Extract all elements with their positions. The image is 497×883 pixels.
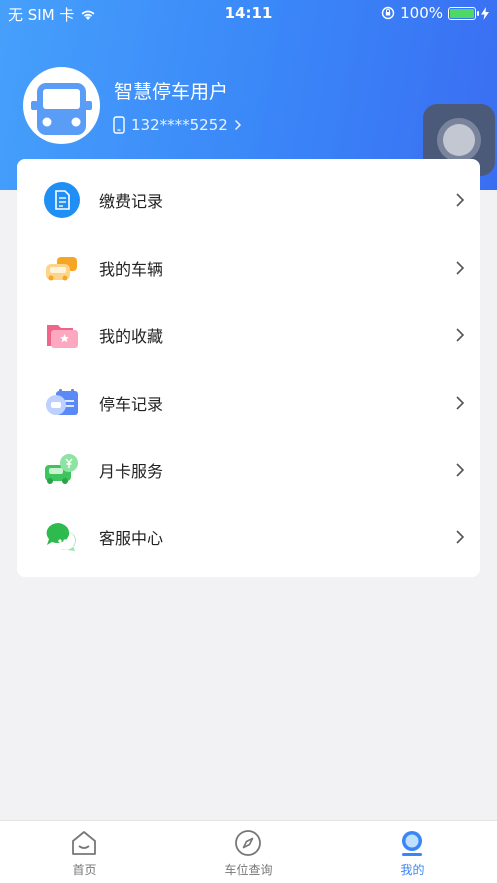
phone-number: 132****5252 (131, 116, 228, 134)
tab-home[interactable]: 首页 (2, 821, 167, 883)
menu-item-monthly-card[interactable]: 月卡服务 (17, 436, 480, 503)
menu-item-label: 缴费记录 (99, 191, 164, 211)
status-bar: 无 SIM 卡 14:11 100% (0, 0, 497, 26)
chevron-right-icon (456, 327, 465, 342)
tab-parking-search[interactable]: 车位查询 (166, 821, 331, 883)
compass-icon (235, 830, 261, 856)
menu-item-label: 我的收藏 (99, 326, 164, 346)
menu-item-label: 我的车辆 (99, 259, 164, 279)
menu-item-payment-record[interactable]: 缴费记录 (17, 166, 480, 233)
chevron-right-icon (456, 529, 465, 544)
menu-item-customer-service[interactable]: 客服中心 (17, 503, 480, 570)
my-vehicles-icon (46, 256, 77, 280)
mobile-phone-icon (113, 116, 125, 134)
home-icon (72, 831, 96, 855)
phone-row[interactable]: 132****5252 (113, 116, 242, 134)
menu-item-my-vehicles[interactable]: 我的车辆 (17, 234, 480, 301)
menu-item-label: 客服中心 (99, 528, 164, 548)
bottom-tab-bar: 首页 车位查询 我的 (0, 820, 497, 883)
menu-item-label: 月卡服务 (99, 461, 164, 481)
tab-label: 车位查询 (224, 863, 273, 877)
avatar[interactable] (23, 67, 100, 144)
chevron-right-icon (456, 462, 465, 477)
status-right: 100% (381, 4, 489, 22)
orientation-lock-icon (381, 6, 395, 20)
menu-card: 缴费记录 我的车辆 我的收藏 停车记录 月卡服务 客服中心 (17, 159, 480, 577)
favorites-folder-icon (47, 324, 78, 348)
payment-record-icon (44, 181, 80, 218)
menu-item-label: 停车记录 (99, 394, 164, 414)
profile-icon (402, 831, 422, 856)
parking-record-icon (46, 388, 78, 415)
battery-percent: 100% (400, 4, 443, 22)
username: 智慧停车用户 (114, 81, 229, 103)
menu-item-parking-record[interactable]: 停车记录 (17, 369, 480, 436)
chevron-right-icon (234, 119, 241, 131)
charging-bolt-icon (481, 6, 489, 20)
tab-mine[interactable]: 我的 (330, 821, 495, 883)
battery-icon (448, 6, 479, 20)
menu-item-favorites[interactable]: 我的收藏 (17, 301, 480, 368)
car-avatar-icon (31, 83, 92, 135)
monthly-card-icon (45, 453, 78, 484)
chevron-right-icon (456, 395, 465, 410)
chevron-right-icon (456, 192, 465, 207)
chevron-right-icon (456, 260, 465, 275)
tab-label: 我的 (400, 863, 425, 877)
tab-label: 首页 (72, 863, 97, 877)
customer-service-icon (46, 522, 76, 551)
